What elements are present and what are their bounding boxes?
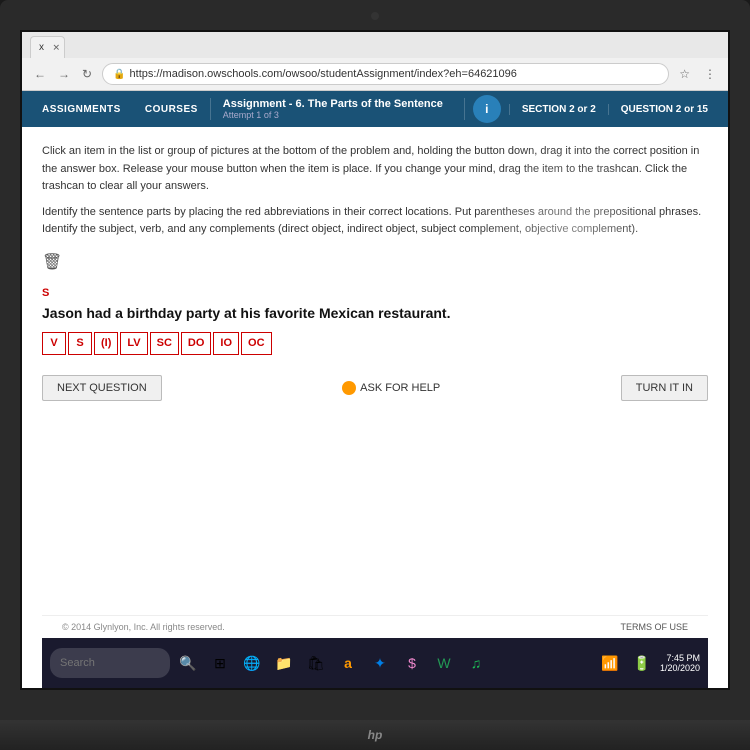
taskbar-search-icon[interactable]: 🔍 [174,649,202,677]
taskbar-dropbox-icon[interactable]: ✦ [366,649,394,677]
taskbar-word-icon[interactable]: W [430,649,458,677]
nav-bar: ASSIGNMENTS COURSES Assignment - 6. The … [22,91,728,127]
answer-box-io[interactable]: IO [213,332,239,355]
bookmark-btn[interactable]: ☆ [675,65,694,83]
forward-btn[interactable]: → [54,65,74,83]
turn-it-in-button[interactable]: TURN IT IN [621,375,708,401]
taskbar-wifi-icon[interactable]: 📶 [596,649,624,677]
instruction-line1: Click an item in the list or group of pi… [42,143,708,196]
instruction-line2: Identify the sentence parts by placing t… [42,204,708,239]
question-label: QUESTION 2 or 15 [609,104,720,115]
laptop-bottom-chassis: hp [0,720,750,750]
page-footer: © 2014 Glynlyon, Inc. All rights reserve… [42,615,708,638]
tab-bar: x ✕ [22,32,728,58]
tab-label: x [39,42,44,53]
answer-box-v[interactable]: V [42,332,66,355]
assignment-title: Assignment - 6. The Parts of the Sentenc… [223,98,452,110]
browser-chrome: x ✕ ← → ↻ 🔒 https://madison.owschools.co… [22,32,728,91]
address-bar: ← → ↻ 🔒 https://madison.owschools.com/ow… [22,58,728,90]
screen: x ✕ ← → ↻ 🔒 https://madison.owschools.co… [20,30,730,690]
taskbar-spotify-icon[interactable]: ♫ [462,649,490,677]
address-input[interactable]: 🔒 https://madison.owschools.com/owsoo/st… [102,63,669,85]
taskbar-time: 7:45 PM 1/20/2020 [660,653,700,673]
trash-icon[interactable]: 🗑 [42,251,708,275]
courses-nav[interactable]: COURSES [133,91,210,127]
answer-boxes: V S (I) LV SC DO IO OC [42,332,708,355]
taskbar-store-icon[interactable]: 🛍 [302,649,330,677]
answer-box-s[interactable]: S [68,332,92,355]
taskbar-grid-icon[interactable]: ⊞ [206,649,234,677]
ask-circle-icon [342,381,356,395]
sentence-text: Jason had a birthday party at his favori… [42,303,708,324]
taskbar-search-input[interactable] [50,648,170,678]
answer-box-parens[interactable]: (I) [94,332,118,355]
info-button[interactable]: i [473,95,501,123]
answer-box-lv[interactable]: LV [120,332,147,355]
action-buttons: NEXT QUESTION ASK FOR HELP TURN IT IN [42,375,708,401]
tab-close-icon[interactable]: ✕ [52,42,60,53]
hp-logo: hp [368,728,383,742]
answer-box-do[interactable]: DO [181,332,212,355]
taskbar: 🔍 ⊞ 🌐 📁 🛍 a ✦ $ W ♫ 📶 🔋 7:45 PM 1/20/202… [42,638,708,688]
next-question-button[interactable]: NEXT QUESTION [42,375,162,401]
assignment-info: Assignment - 6. The Parts of the Sentenc… [210,98,465,120]
ask-label: ASK FOR HELP [360,382,440,394]
browser-nav-controls: ← → ↻ [30,65,96,83]
assignments-nav[interactable]: ASSIGNMENTS [30,91,133,127]
laptop-bezel: x ✕ ← → ↻ 🔒 https://madison.owschools.co… [0,0,750,750]
assignment-subtitle: Attempt 1 of 3 [223,110,452,120]
main-content: Click an item in the list or group of pi… [22,127,728,417]
ask-for-help-button[interactable]: ASK FOR HELP [342,381,440,395]
answer-box-sc[interactable]: SC [150,332,179,355]
answer-box-oc[interactable]: OC [241,332,272,355]
taskbar-explorer-icon[interactable]: 📁 [270,649,298,677]
refresh-btn[interactable]: ↻ [78,65,96,83]
instructions: Click an item in the list or group of pi… [42,143,708,239]
taskbar-edge-icon[interactable]: 🌐 [238,649,266,677]
url-text: https://madison.owschools.com/owsoo/stud… [130,68,517,80]
settings-btn[interactable]: ⋮ [700,65,720,83]
taskbar-right-area: 📶 🔋 7:45 PM 1/20/2020 [596,649,700,677]
camera-dot [371,12,379,20]
taskbar-battery-icon[interactable]: 🔋 [628,649,656,677]
taskbar-amazon-icon[interactable]: a [334,649,362,677]
browser-tab[interactable]: x ✕ [30,36,65,58]
taskbar-app5-icon[interactable]: $ [398,649,426,677]
terms-of-use-link[interactable]: TERMS OF USE [620,622,688,632]
lock-icon: 🔒 [113,69,125,80]
copyright-text: © 2014 Glynlyon, Inc. All rights reserve… [62,622,225,632]
back-btn[interactable]: ← [30,65,50,83]
sentence-label: S [42,285,708,302]
section-label: SECTION 2 or 2 [509,104,609,115]
